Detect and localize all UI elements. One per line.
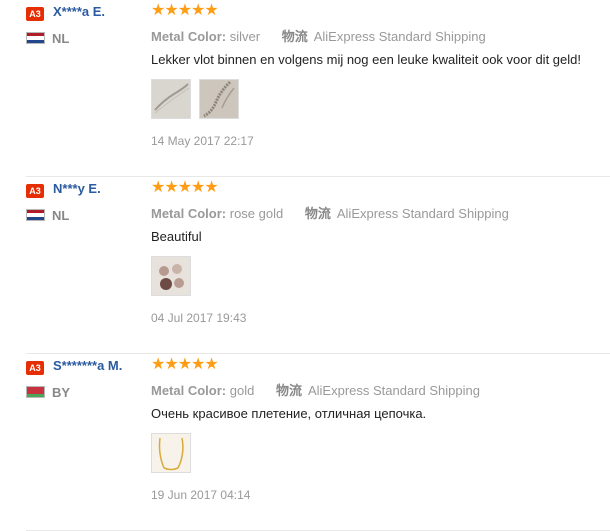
reviewer-name[interactable]: N***y E.: [53, 181, 101, 196]
shipping-info: 物流 AliExpress Standard Shipping: [282, 29, 486, 44]
shipping-info: 物流 AliExpress Standard Shipping: [276, 383, 480, 398]
review-date: 14 May 2017 22:17: [151, 134, 254, 148]
shipping-method: AliExpress Standard Shipping: [313, 29, 486, 44]
review-text: Beautiful: [151, 229, 202, 244]
star-icon: ★: [177, 356, 192, 373]
metal-color-label: Metal Color:: [151, 383, 227, 398]
review-photo-thumbnail[interactable]: [151, 256, 191, 296]
star-icon: ★: [191, 179, 205, 196]
reviewer-name[interactable]: X****a E.: [53, 4, 105, 19]
buyer-level-badge: A3: [26, 184, 44, 198]
review-item: A3 N***y E. NL ★★★★★ Metal Color: rose g…: [0, 177, 610, 354]
review-meta: Metal Color: silver 物流 AliExpress Standar…: [151, 26, 486, 45]
star-icon: ★: [191, 356, 205, 373]
metal-color-value: silver: [229, 29, 261, 44]
star-icon: ★: [151, 356, 165, 373]
star-icon: ★: [164, 2, 178, 19]
country-flag-icon: [26, 32, 45, 44]
chain-photo-icon: [152, 80, 190, 118]
shipping-method: AliExpress Standard Shipping: [307, 383, 480, 398]
country-flag-icon: [26, 386, 45, 398]
star-icon: ★: [204, 179, 218, 196]
metal-color-value: rose gold: [229, 206, 284, 221]
shipping-label: 物流: [304, 206, 331, 221]
review-meta: Metal Color: gold 物流 AliExpress Standard …: [151, 380, 480, 399]
star-icon: ★: [177, 2, 192, 19]
star-rating: ★★★★★: [151, 179, 219, 197]
reviewer-name[interactable]: S*******a M.: [53, 358, 122, 373]
buyer-level-badge: A3: [26, 361, 44, 375]
metal-color-value: gold: [229, 383, 255, 398]
star-icon: ★: [151, 179, 165, 196]
review-item: A3 S*******a M. BY ★★★★★ Metal Color: go…: [0, 354, 610, 531]
review-item: A3 X****a E. NL ★★★★★ Metal Color: silve…: [0, 0, 610, 177]
star-rating: ★★★★★: [151, 356, 219, 374]
country-flag-icon: [26, 209, 45, 221]
shipping-label: 物流: [281, 29, 308, 44]
star-icon: ★: [151, 2, 165, 19]
country-code: NL: [52, 31, 70, 46]
star-icon: ★: [191, 2, 205, 19]
star-icon: ★: [164, 356, 178, 373]
necklace-photo-icon: [152, 257, 190, 295]
review-photo-thumbnail[interactable]: [151, 79, 191, 119]
review-date: 04 Jul 2017 19:43: [151, 311, 247, 325]
shipping-label: 物流: [275, 383, 302, 398]
metal-color-label: Metal Color:: [151, 206, 227, 221]
star-icon: ★: [177, 179, 192, 196]
country-code: BY: [52, 385, 71, 400]
review-date: 19 Jun 2017 04:14: [151, 488, 251, 502]
review-text: Очень красивое плетение, отличная цепочк…: [151, 406, 427, 421]
review-text: Lekker vlot binnen en volgens mij nog ee…: [151, 52, 581, 67]
star-icon: ★: [204, 356, 218, 373]
star-rating: ★★★★★: [151, 2, 219, 20]
metal-color-label: Metal Color:: [151, 29, 227, 44]
review-photo-thumbnail[interactable]: [199, 79, 239, 119]
review-photo-thumbnail[interactable]: [151, 433, 191, 473]
buyer-level-badge: A3: [26, 7, 44, 21]
shipping-method: AliExpress Standard Shipping: [336, 206, 509, 221]
gold-chain-photo-icon: [152, 434, 190, 472]
star-icon: ★: [204, 2, 218, 19]
star-icon: ★: [164, 179, 178, 196]
shipping-info: 物流 AliExpress Standard Shipping: [305, 206, 509, 221]
review-meta: Metal Color: rose gold 物流 AliExpress Stan…: [151, 203, 509, 222]
country-code: NL: [52, 208, 70, 223]
chain-closeup-photo-icon: [200, 80, 238, 118]
